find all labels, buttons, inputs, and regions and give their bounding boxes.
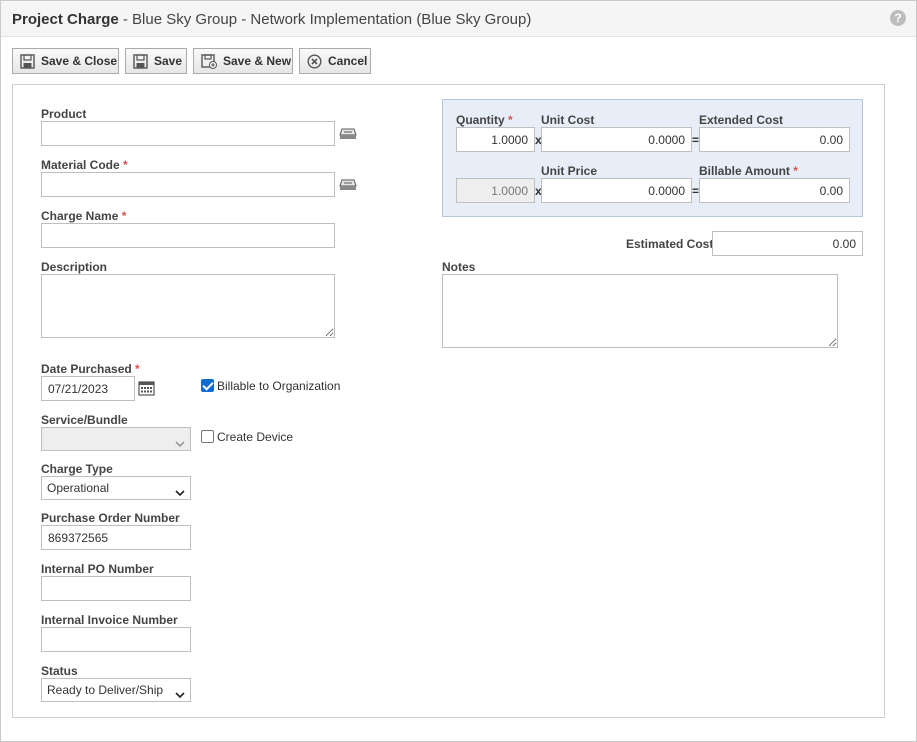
internal-po-label: Internal PO Number (41, 562, 154, 576)
charge-type-select[interactable]: Operational (41, 476, 191, 500)
po-number-label: Purchase Order Number (41, 511, 180, 525)
equals-sign: = (692, 184, 700, 198)
cancel-label: Cancel (328, 54, 368, 68)
material-code-input[interactable] (41, 172, 335, 197)
unit-price-label: Unit Price (541, 164, 598, 178)
create-device-label: Create Device (217, 430, 294, 444)
status-value: Ready to Deliver/Ship (47, 683, 164, 697)
notes-textarea[interactable] (442, 274, 838, 348)
billable-amount-input[interactable] (699, 178, 850, 203)
extended-cost-label: Extended Cost (699, 113, 784, 127)
quantity-input[interactable] (456, 127, 535, 152)
date-purchased-input[interactable] (41, 376, 135, 401)
save-close-button[interactable]: Save & Close (12, 48, 119, 74)
product-input[interactable] (41, 121, 335, 146)
calendar-icon[interactable] (138, 380, 155, 399)
page-title-context: - Blue Sky Group - Network Implementatio… (118, 11, 532, 28)
product-picker-icon[interactable] (339, 127, 357, 141)
create-device-checkbox[interactable] (201, 430, 214, 443)
cancel-button[interactable]: Cancel (299, 48, 371, 74)
po-number-input[interactable] (41, 525, 191, 550)
notes-label: Notes (442, 260, 476, 274)
save-icon (133, 53, 148, 69)
estimated-cost-input[interactable] (712, 231, 863, 256)
service-bundle-label: Service/Bundle (41, 413, 128, 427)
unit-cost-input[interactable] (541, 127, 692, 152)
service-bundle-select[interactable] (41, 427, 191, 451)
material-code-label: Material Code * (41, 158, 128, 172)
quantity-label: Quantity * (456, 113, 513, 127)
internal-po-input[interactable] (41, 576, 191, 601)
save-button[interactable]: Save (125, 48, 187, 74)
chevron-down-icon (175, 685, 185, 707)
quantity-readonly-input (456, 178, 535, 203)
material-code-picker-icon[interactable] (339, 178, 357, 192)
page-title-bold: Project Charge (12, 11, 119, 28)
estimated-cost-label: Estimated Cost (626, 237, 714, 251)
unit-price-input[interactable] (541, 178, 692, 203)
product-label: Product (41, 107, 87, 121)
save-new-label: Save & New (223, 54, 292, 68)
equals-sign: = (692, 133, 700, 147)
chevron-down-icon (175, 434, 185, 456)
page-title: Project Charge - Blue Sky Group - Networ… (12, 11, 531, 28)
billable-label: Billable to Organization (217, 379, 341, 393)
charge-type-value: Operational (47, 481, 110, 495)
unit-cost-label: Unit Cost (541, 113, 595, 127)
description-label: Description (41, 260, 108, 274)
status-label: Status (41, 664, 78, 678)
internal-invoice-label: Internal Invoice Number (41, 613, 178, 627)
internal-invoice-input[interactable] (41, 627, 191, 652)
help-icon[interactable]: ? (890, 10, 906, 26)
status-select[interactable]: Ready to Deliver/Ship (41, 678, 191, 702)
billable-checkbox[interactable] (201, 379, 214, 392)
project-charge-window: Project Charge - Blue Sky Group - Networ… (0, 0, 917, 742)
charge-type-label: Charge Type (41, 462, 113, 476)
charge-name-label: Charge Name * (41, 209, 127, 223)
chevron-down-icon (175, 483, 185, 505)
title-bar: Project Charge - Blue Sky Group - Networ… (1, 1, 916, 37)
save-new-icon (201, 53, 217, 69)
save-close-label: Save & Close (41, 54, 118, 68)
billable-amount-label: Billable Amount * (699, 164, 798, 178)
description-textarea[interactable] (41, 274, 335, 338)
save-icon (20, 53, 35, 69)
date-purchased-label: Date Purchased * (41, 362, 140, 376)
cancel-icon (307, 53, 322, 69)
charge-name-input[interactable] (41, 223, 335, 248)
extended-cost-input[interactable] (699, 127, 850, 152)
save-label: Save (154, 54, 183, 68)
save-new-button[interactable]: Save & New (193, 48, 293, 74)
